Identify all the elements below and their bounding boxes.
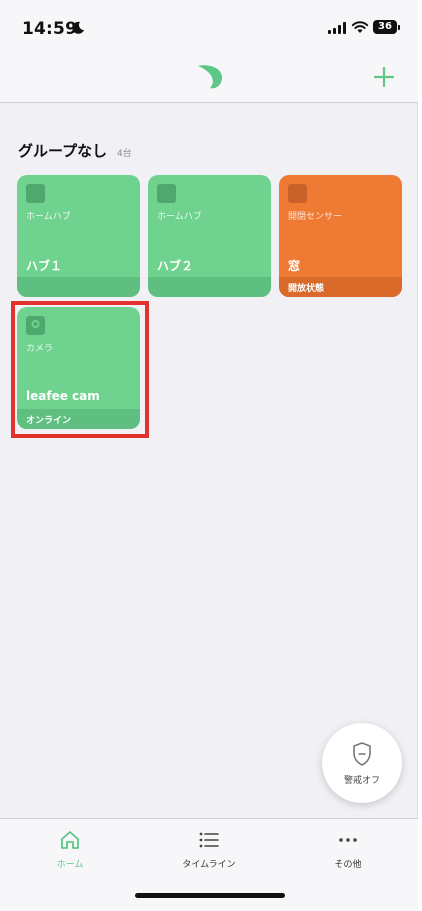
home-indicator — [135, 893, 285, 898]
device-status-bar: 開放状態 — [279, 277, 402, 297]
device-card-hub-1[interactable]: ホームハブ ハブ１ — [17, 175, 140, 297]
add-device-button[interactable] — [373, 66, 395, 88]
device-status: 開放状態 — [288, 284, 325, 294]
hub-icon — [26, 184, 45, 203]
device-name: 窓 — [288, 259, 301, 273]
alarm-label: 警戒オフ — [343, 776, 380, 786]
tab-label: その他 — [334, 860, 362, 870]
selection-highlight — [11, 301, 149, 438]
device-status-bar — [17, 277, 140, 297]
moon-icon — [72, 21, 84, 34]
hub-icon — [157, 184, 176, 203]
device-name: ハブ１ — [26, 259, 63, 273]
tab-timeline[interactable]: タイムライン — [164, 829, 254, 870]
device-status-bar — [148, 277, 271, 297]
tab-label: タイムライン — [182, 860, 236, 870]
status-time: 14:59 — [22, 19, 78, 39]
group-title: グループなし — [18, 142, 108, 160]
device-type: ホームハブ — [157, 212, 202, 222]
device-card-window-sensor[interactable]: 開閉センサー 窓 開放状態 — [279, 175, 402, 297]
device-name: ハブ２ — [157, 259, 194, 273]
device-card-hub-2[interactable]: ホームハブ ハブ２ — [148, 175, 271, 297]
group-count: 4台 — [117, 149, 132, 159]
more-icon — [339, 838, 357, 842]
door-sensor-icon — [288, 184, 307, 203]
wifi-icon — [351, 21, 369, 33]
cellular-signal-icon — [328, 22, 346, 34]
alarm-toggle-button[interactable]: 警戒オフ — [322, 723, 402, 803]
shield-icon — [353, 742, 371, 766]
leaf-icon — [198, 65, 223, 89]
list-icon — [199, 832, 219, 848]
home-icon — [61, 831, 79, 849]
header-bar — [0, 56, 418, 103]
battery-tip — [398, 25, 400, 30]
tab-label: ホーム — [56, 860, 84, 870]
battery-indicator: 36 — [373, 20, 397, 34]
device-type: 開閉センサー — [288, 212, 343, 222]
app-screen: 14:59 36 グループなし 4台 ホームハブ ハブ１ ホームハブ ハブ２ 開… — [0, 0, 418, 911]
tab-home[interactable]: ホーム — [25, 829, 115, 870]
device-type: ホームハブ — [26, 212, 71, 222]
status-bar: 14:59 36 — [0, 0, 418, 56]
tab-more[interactable]: その他 — [303, 829, 393, 870]
